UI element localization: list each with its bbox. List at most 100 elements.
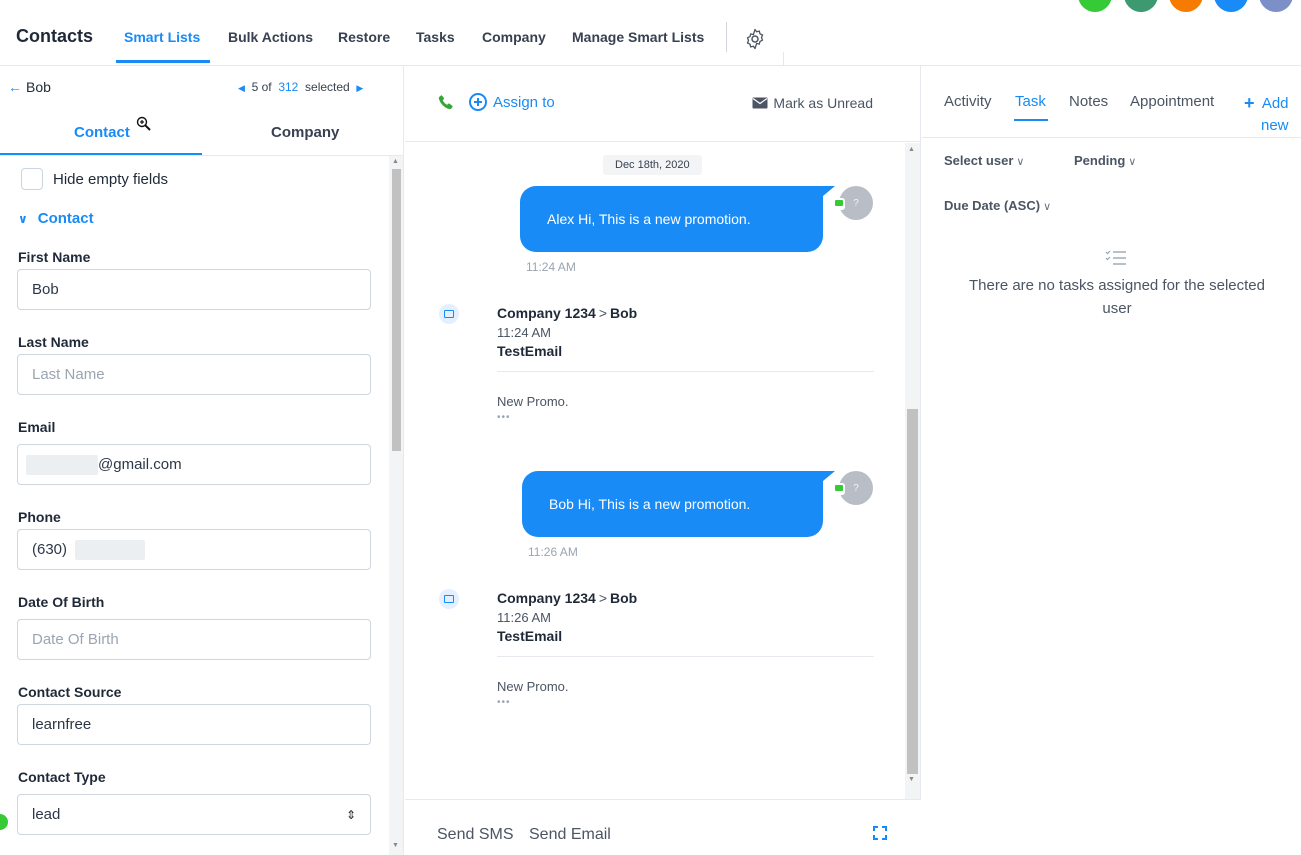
expand-email-button[interactable]: ••• bbox=[497, 697, 511, 708]
date-of-birth-field[interactable] bbox=[17, 619, 371, 660]
chevron-down-icon: ∨ bbox=[1128, 156, 1137, 168]
tab-notes[interactable]: Notes bbox=[1069, 93, 1108, 110]
contact-source-field[interactable] bbox=[17, 704, 371, 745]
first-name-label: First Name bbox=[18, 249, 91, 265]
email-time: 11:24 AM bbox=[497, 325, 551, 340]
scroll-up-icon[interactable]: ▲ bbox=[392, 158, 399, 165]
nav-divider bbox=[783, 52, 784, 66]
nav-tasks[interactable]: Tasks bbox=[416, 29, 455, 45]
scroll-down-icon[interactable]: ▼ bbox=[908, 776, 915, 783]
user-filter[interactable]: Select user ∨ bbox=[944, 153, 1024, 168]
divider bbox=[497, 371, 874, 372]
assign-label: Assign to bbox=[493, 93, 555, 111]
chevron-down-icon: ∨ bbox=[1043, 201, 1052, 213]
mark-as-unread-label: Mark as Unread bbox=[773, 95, 873, 111]
tab-task[interactable]: Task bbox=[1015, 93, 1046, 110]
email-time: 11:26 AM bbox=[497, 610, 551, 625]
top-navigation: Contacts Smart Lists Bulk Actions Restor… bbox=[0, 0, 1301, 66]
add-new-button[interactable]: Add new bbox=[1261, 93, 1289, 137]
email-to: Bob bbox=[610, 305, 638, 321]
outgoing-sms-bubble[interactable]: Bob Hi, This is a new promotion. bbox=[522, 471, 823, 537]
email-label: Email bbox=[18, 419, 56, 435]
previous-icon[interactable]: ◀ bbox=[238, 83, 245, 93]
select-arrows-icon: ⇕ bbox=[345, 807, 356, 822]
email-field[interactable]: @gmail.com bbox=[17, 444, 371, 485]
separator: > bbox=[598, 305, 608, 321]
avatar[interactable] bbox=[1124, 0, 1158, 12]
conversation-header: Assign to Mark as Unread bbox=[405, 66, 921, 142]
dob-label: Date Of Birth bbox=[18, 594, 105, 610]
add-new-label: new bbox=[1261, 117, 1289, 134]
avatar[interactable] bbox=[1259, 0, 1293, 12]
last-name-field[interactable] bbox=[17, 354, 371, 395]
expand-email-button[interactable]: ••• bbox=[497, 412, 511, 423]
nav-manage-smart-lists[interactable]: Manage Smart Lists bbox=[572, 29, 704, 45]
scroll-up-icon[interactable]: ▲ bbox=[908, 146, 915, 153]
avatar[interactable] bbox=[1078, 0, 1112, 12]
gear-icon[interactable] bbox=[743, 27, 767, 51]
outgoing-sms-bubble[interactable]: Alex Hi, This is a new promotion. bbox=[520, 186, 823, 252]
message-thread: Dec 18th, 2020 Alex Hi, This is a new pr… bbox=[405, 143, 905, 798]
tab-activity[interactable]: Activity bbox=[944, 93, 992, 110]
avatar[interactable] bbox=[1169, 0, 1203, 12]
sort-filter[interactable]: Due Date (ASC) ∨ bbox=[944, 198, 1051, 213]
sms-channel-icon bbox=[833, 198, 845, 210]
arrow-left-icon: ← bbox=[8, 79, 22, 95]
bubble-tail bbox=[823, 471, 835, 481]
email-sender[interactable]: Company 1234 > Bob bbox=[497, 590, 637, 606]
expand-icon[interactable] bbox=[872, 825, 888, 841]
sms-channel-icon bbox=[833, 483, 845, 495]
assign-button[interactable]: Assign to bbox=[469, 93, 555, 111]
send-sms-tab[interactable]: Send SMS bbox=[437, 826, 513, 844]
add-new-label: Add bbox=[1261, 95, 1289, 112]
message-text: Bob Hi, This is a new promotion. bbox=[549, 496, 751, 512]
scrollbar-thumb[interactable] bbox=[392, 169, 401, 451]
hide-empty-fields-label: Hide empty fields bbox=[53, 170, 169, 188]
sort-filter-value: Due Date (ASC) bbox=[944, 198, 1041, 213]
nav-smart-lists[interactable]: Smart Lists bbox=[124, 29, 200, 45]
pager-current: 5 bbox=[251, 80, 259, 94]
scroll-down-icon[interactable]: ▼ bbox=[392, 842, 399, 849]
nav-divider bbox=[726, 22, 727, 52]
phone-icon[interactable] bbox=[438, 94, 454, 110]
contact-details-panel: ← Bob ◀ 5 of 312 selected ▶ Contact Compa… bbox=[0, 66, 404, 855]
nav-bulk-actions[interactable]: Bulk Actions bbox=[228, 29, 313, 45]
date-separator: Dec 18th, 2020 bbox=[603, 155, 702, 175]
back-button[interactable]: ← Bob bbox=[8, 79, 51, 95]
message-text: Alex Hi, This is a new promotion. bbox=[547, 211, 751, 227]
scrollbar-thumb[interactable] bbox=[907, 409, 918, 774]
hide-empty-fields-checkbox[interactable] bbox=[21, 168, 43, 190]
email-icon bbox=[439, 304, 459, 324]
contact-section-toggle[interactable]: ∨ Contact bbox=[18, 210, 94, 227]
message-time: 11:26 AM bbox=[528, 545, 578, 559]
avatar[interactable] bbox=[1214, 0, 1248, 12]
contact-type-value: lead bbox=[32, 806, 61, 823]
mark-as-unread-button[interactable]: Mark as Unread bbox=[752, 95, 873, 111]
envelope-icon bbox=[752, 97, 768, 109]
send-email-tab[interactable]: Send Email bbox=[529, 826, 611, 844]
composer-tabs: Send SMS Send Email bbox=[405, 799, 921, 855]
phone-value: (630) bbox=[32, 541, 68, 558]
contact-name: Bob bbox=[26, 79, 51, 95]
contact-type-select[interactable]: lead ⇕ bbox=[17, 794, 371, 835]
activity-panel: Activity Task Notes Appointment + Add ne… bbox=[922, 66, 1301, 855]
nav-restore[interactable]: Restore bbox=[338, 29, 390, 45]
pager-total: 312 bbox=[278, 80, 299, 94]
first-name-field[interactable] bbox=[17, 269, 371, 310]
bubble-tail bbox=[823, 186, 835, 196]
email-body: New Promo. bbox=[497, 394, 569, 409]
email-sender[interactable]: Company 1234 > Bob bbox=[497, 305, 637, 321]
tab-contact[interactable]: Contact bbox=[74, 124, 130, 141]
email-from: Company 1234 bbox=[497, 590, 596, 606]
next-icon[interactable]: ▶ bbox=[356, 83, 363, 93]
chevron-down-icon: ∨ bbox=[18, 212, 28, 226]
tab-active-underline bbox=[1014, 119, 1048, 121]
status-filter[interactable]: Pending ∨ bbox=[1074, 153, 1136, 168]
record-pager: ◀ 5 of 312 selected ▶ bbox=[238, 80, 363, 94]
phone-field[interactable]: (630) bbox=[17, 529, 371, 570]
tab-appointment[interactable]: Appointment bbox=[1130, 93, 1214, 110]
nav-company[interactable]: Company bbox=[482, 29, 546, 45]
nav-active-underline bbox=[116, 60, 210, 63]
tab-company[interactable]: Company bbox=[271, 124, 339, 141]
email-subject: TestEmail bbox=[497, 343, 563, 359]
